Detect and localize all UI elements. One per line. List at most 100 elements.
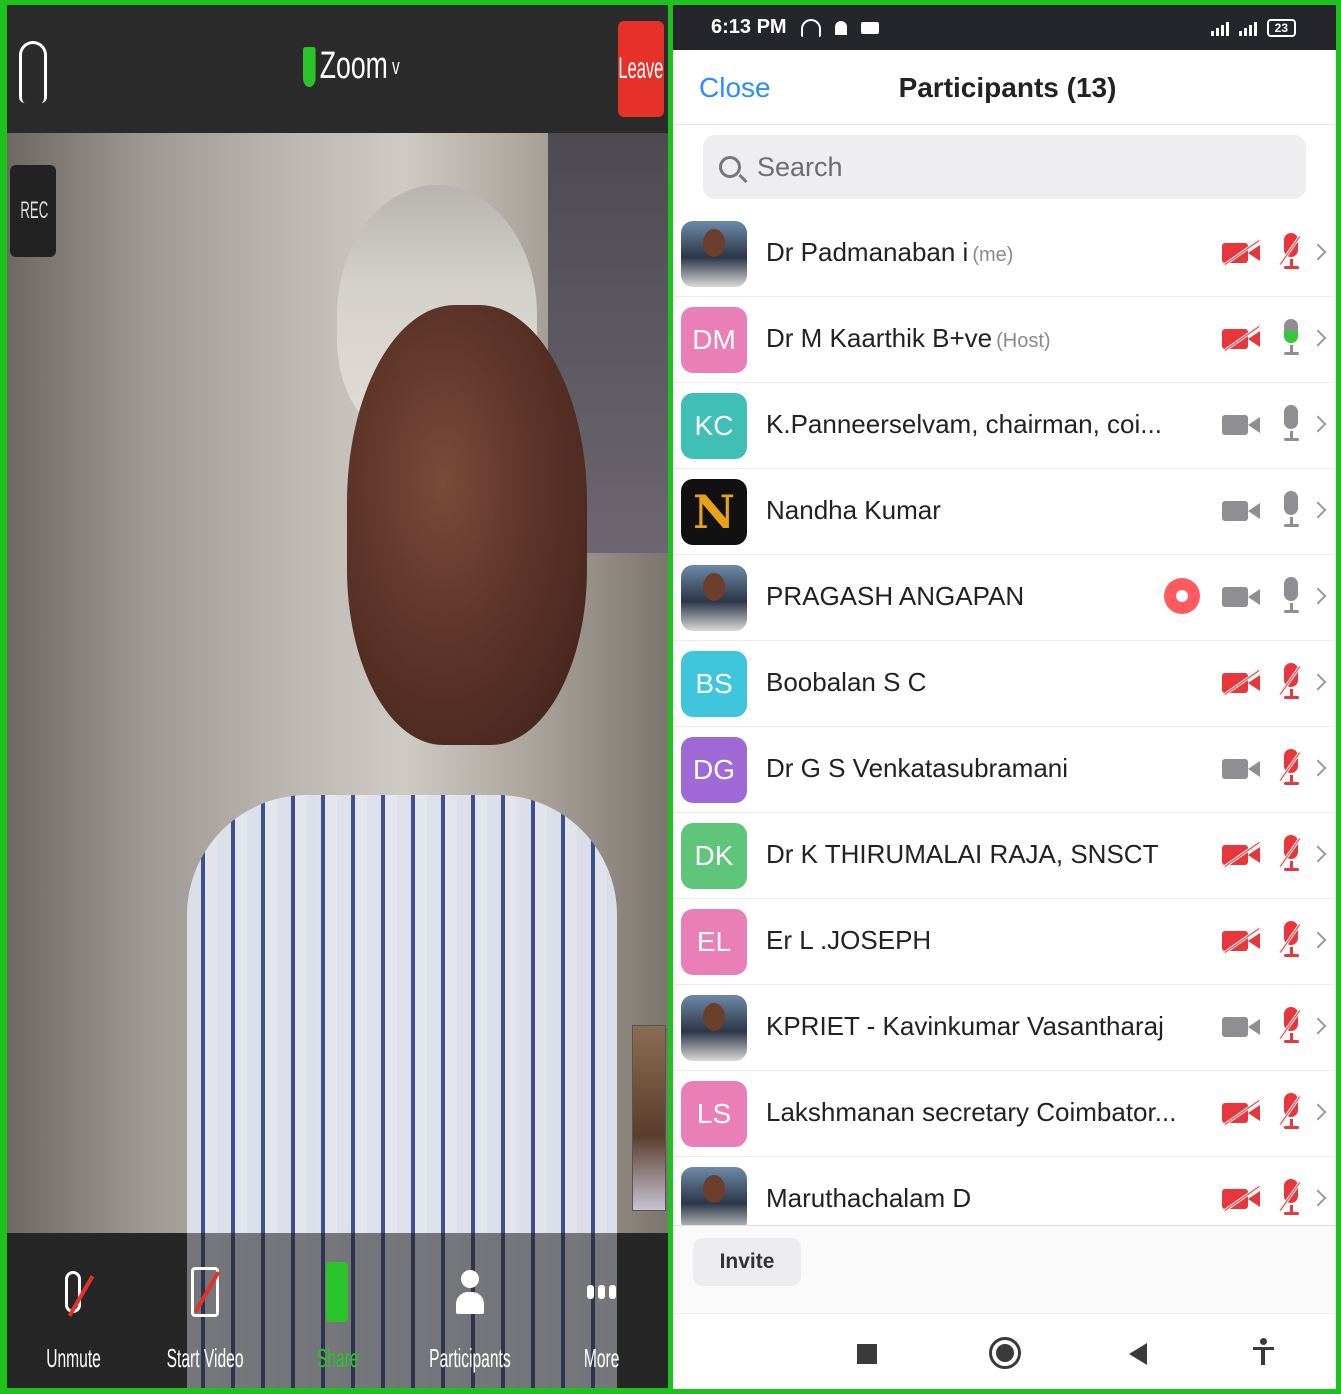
search-icon xyxy=(719,156,741,178)
mic-muted-icon xyxy=(1278,663,1302,701)
recents-icon[interactable] xyxy=(857,1344,877,1364)
participant-row[interactable]: KC K.Panneerselvam, chairman, coi... xyxy=(673,383,1336,469)
chevron-right-icon[interactable] xyxy=(1309,759,1327,777)
avatar: EL xyxy=(681,909,747,975)
camera-off-icon xyxy=(191,1267,220,1317)
participant-name-text: Dr K THIRUMALAI RAJA, SNSCT xyxy=(766,839,1159,869)
video-on-icon xyxy=(1222,585,1260,607)
participant-row[interactable]: DK Dr K THIRUMALAI RAJA, SNSCT xyxy=(673,813,1336,899)
chevron-right-icon[interactable] xyxy=(1309,243,1327,261)
mic-muted-icon xyxy=(1278,749,1302,787)
status-time: 6:13 PM xyxy=(711,16,787,38)
participant-status-icons xyxy=(1222,405,1327,443)
chevron-right-icon[interactable] xyxy=(1309,501,1327,519)
accessibility-icon[interactable] xyxy=(1253,1338,1274,1368)
participant-status-icons xyxy=(1222,749,1327,787)
participant-status-icons xyxy=(1222,1007,1327,1045)
participant-row[interactable]: EL Er L .JOSEPH xyxy=(673,899,1336,985)
avatar xyxy=(681,221,747,287)
video-on-icon xyxy=(1222,757,1260,779)
participant-row[interactable]: KPRIET - Kavinkumar Vasantharaj xyxy=(673,985,1336,1071)
participant-name: Lakshmanan secretary Coimbator... xyxy=(766,1097,1176,1128)
leave-button[interactable]: Leave xyxy=(618,21,664,117)
participant-name-text: K.Panneerselvam, chairman, coi... xyxy=(766,409,1162,439)
unmute-button[interactable]: Unmute xyxy=(18,1261,128,1374)
participant-name-text: Dr Padmanaban i xyxy=(766,237,969,267)
start-video-button[interactable]: Start Video xyxy=(150,1261,260,1374)
search-input[interactable] xyxy=(757,151,1237,183)
avatar: N xyxy=(681,479,747,545)
participant-name-text: Maruthachalam D xyxy=(766,1183,972,1213)
chevron-right-icon[interactable] xyxy=(1309,415,1327,433)
video-off-icon xyxy=(1222,238,1261,267)
search-box[interactable] xyxy=(703,135,1306,199)
participant-row[interactable]: DG Dr G S Venkatasubramani xyxy=(673,727,1336,813)
participant-name: Nandha Kumar xyxy=(766,495,941,526)
participant-role-tag: (me) xyxy=(972,244,1014,266)
chevron-right-icon[interactable] xyxy=(1309,1017,1327,1035)
participant-name-text: Er L .JOSEPH xyxy=(766,925,932,955)
mic-muted-icon xyxy=(1278,921,1302,959)
participant-name-text: Nandha Kumar xyxy=(766,495,941,525)
chevron-right-icon[interactable] xyxy=(1309,1103,1327,1121)
participants-button[interactable]: Participants xyxy=(415,1261,525,1374)
chevron-right-icon[interactable] xyxy=(1309,587,1327,605)
video-off-icon xyxy=(1222,668,1261,697)
participant-row[interactable]: BS Boobalan S C xyxy=(673,641,1336,727)
mic-muted-icon xyxy=(1278,1093,1302,1131)
participant-status-icons xyxy=(1222,921,1327,959)
video-screen: Zoom v Leave REC Unmute Start Video Shar… xyxy=(7,5,668,1388)
back-icon[interactable] xyxy=(1129,1343,1147,1365)
chevron-right-icon[interactable] xyxy=(1309,931,1327,949)
avatar: DM xyxy=(681,307,747,373)
invite-bar: Invite xyxy=(673,1225,1336,1313)
participant-name: KPRIET - Kavinkumar Vasantharaj xyxy=(766,1011,1164,1042)
audio-headphone-icon[interactable] xyxy=(19,41,47,103)
mic-muted-icon xyxy=(1278,835,1302,873)
chevron-right-icon[interactable] xyxy=(1309,673,1327,691)
video-off-icon xyxy=(1222,324,1261,353)
chevron-right-icon[interactable] xyxy=(1309,845,1327,863)
meeting-top-bar: Zoom v Leave xyxy=(7,5,668,133)
home-icon[interactable] xyxy=(989,1337,1021,1369)
participant-status-icons xyxy=(1222,491,1327,529)
participants-panel: 6:13 PM 23 Close Participants (13) Dr Pa… xyxy=(673,5,1336,1389)
more-button[interactable]: More xyxy=(547,1261,657,1374)
signal-icon xyxy=(1210,20,1229,36)
video-on-icon xyxy=(1222,499,1260,521)
video-off-icon xyxy=(1222,1098,1261,1127)
invite-button[interactable]: Invite xyxy=(693,1238,801,1286)
share-button[interactable]: Share xyxy=(282,1261,392,1374)
participant-row[interactable]: DM Dr M Kaarthik B+ve (Host) xyxy=(673,297,1336,383)
meeting-title[interactable]: Zoom v xyxy=(303,45,400,88)
video-off-icon xyxy=(1222,926,1261,955)
video-status-icon xyxy=(860,21,879,34)
participant-name-text: PRAGASH ANGAPAN xyxy=(766,581,1025,611)
participant-status-icons xyxy=(1222,233,1327,271)
chevron-right-icon[interactable] xyxy=(1309,1189,1327,1207)
mic-muted-icon xyxy=(1278,1179,1302,1217)
mic-icon xyxy=(1280,491,1300,529)
video-on-icon xyxy=(1222,1015,1260,1037)
participant-name: Dr Padmanaban i (me) xyxy=(766,237,1013,268)
participant-row[interactable]: Dr Padmanaban i (me) xyxy=(673,211,1336,297)
avatar xyxy=(681,995,747,1061)
participant-name: Dr K THIRUMALAI RAJA, SNSCT xyxy=(766,839,1158,870)
participant-name-text: KPRIET - Kavinkumar Vasantharaj xyxy=(766,1011,1164,1041)
participant-name: Er L .JOSEPH xyxy=(766,925,931,956)
participant-role-tag: (Host) xyxy=(996,330,1051,352)
panel-title: Participants (13) xyxy=(898,72,1117,103)
participant-row[interactable]: LS Lakshmanan secretary Coimbator... xyxy=(673,1071,1336,1157)
participant-name-text: Boobalan S C xyxy=(766,667,927,697)
meeting-title-label: Zoom xyxy=(319,45,388,87)
avatar: DK xyxy=(681,823,747,889)
participant-status-icons xyxy=(1222,1093,1327,1131)
participant-row[interactable]: PRAGASH ANGAPAN xyxy=(673,555,1336,641)
self-video-thumbnail[interactable] xyxy=(632,1025,666,1211)
headphone-status-icon xyxy=(800,18,821,37)
battery-icon: 23 xyxy=(1266,18,1296,37)
participant-row[interactable]: N Nandha Kumar xyxy=(673,469,1336,555)
participant-status-icons xyxy=(1164,577,1327,615)
more-icon xyxy=(587,1285,617,1299)
chevron-right-icon[interactable] xyxy=(1309,329,1327,347)
